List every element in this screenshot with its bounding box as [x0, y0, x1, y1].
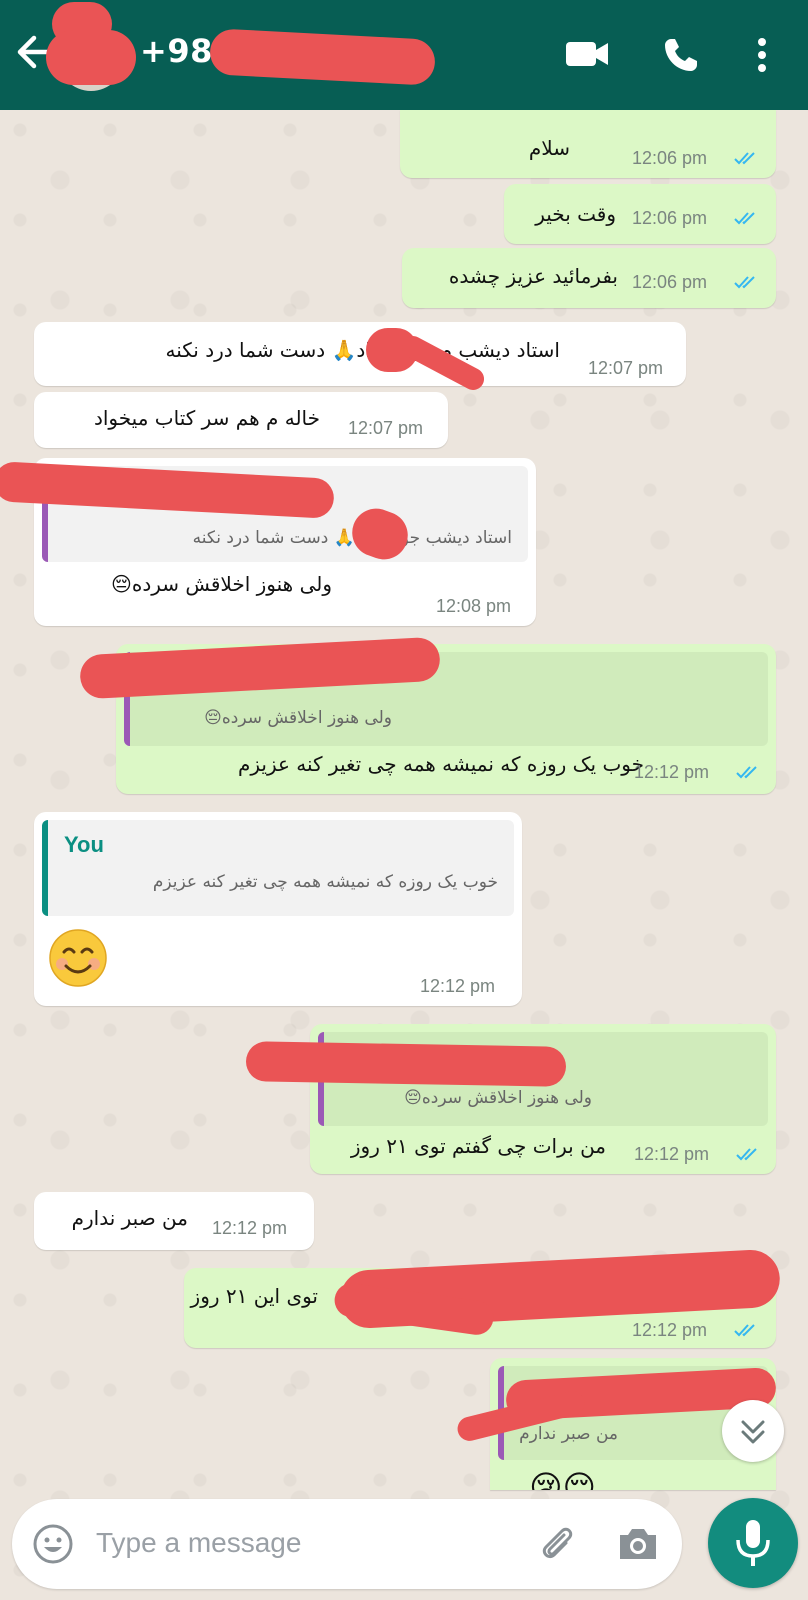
message-text: من صبر ندارم [71, 1206, 188, 1230]
quoted-message[interactable]: You خوب یک روزه که نمیشه همه چی تغیر کنه… [42, 820, 514, 916]
quoted-text: خوب یک روزه که نمیشه همه چی تغیر کنه عزی… [152, 872, 498, 892]
message-time: 12:12 pm [420, 976, 496, 996]
message-text: خاله م هم سر کتاب میخواد [93, 406, 320, 430]
quoted-author: You [64, 832, 104, 857]
message-time: 12:08 pm [436, 596, 512, 616]
message-text: توی این ۲۱ روز [190, 1284, 318, 1308]
quoted-text: ولی هنوز اخلاقش سرده😔 [204, 708, 392, 728]
message-bubble-outgoing[interactable]: بفرمائید عزیز چشده 12:06 pm [402, 248, 776, 308]
message-input[interactable]: Type a message [96, 1527, 301, 1559]
message-emoji [48, 928, 108, 992]
mic-icon [736, 1520, 770, 1566]
message-text: خوب یک روزه که نمیشه همه چی تغیر کنه عزی… [237, 752, 644, 776]
message-bubble-incoming[interactable]: استاد دیشب م جوابم داد🙏 دست شما درد نکنه… [34, 322, 686, 394]
read-ticks-icon [734, 276, 755, 289]
quote-bar [42, 820, 48, 916]
message-time: 12:07 pm [348, 418, 424, 438]
message-bubble-outgoing[interactable]: وقت بخیر 12:06 pm [504, 184, 776, 244]
message-text: 😔😢 [529, 1468, 596, 1490]
message-time: 12:06 pm [632, 148, 708, 168]
double-chevron-down-icon [741, 1420, 765, 1444]
chat-header: +98 [0, 0, 808, 110]
video-call-icon[interactable] [566, 38, 610, 74]
message-bubble-outgoing[interactable]: ولی هنوز اخلاقش سرده😔 من برات چی گفتم تو… [245, 1024, 776, 1174]
more-vert-icon[interactable] [756, 38, 768, 76]
message-time: 12:06 pm [632, 208, 708, 228]
message-time: 12:06 pm [632, 272, 708, 292]
message-text: بفرمائید عزیز چشده [448, 264, 618, 288]
phone-icon[interactable] [662, 36, 700, 78]
message-time: 12:12 pm [632, 1320, 708, 1340]
redaction-mark [208, 28, 437, 86]
scroll-to-bottom-button[interactable] [722, 1400, 784, 1462]
emoji-icon[interactable] [32, 1523, 74, 1569]
message-bubble-incoming[interactable]: خاله م هم سر کتاب میخواد 12:07 pm [34, 392, 448, 448]
read-ticks-icon [734, 1324, 755, 1337]
quoted-text: من صبر ندارم [519, 1424, 618, 1444]
message-time: 12:07 pm [588, 358, 664, 378]
voice-record-button[interactable] [708, 1498, 798, 1588]
attach-icon[interactable] [536, 1523, 578, 1569]
smiling-face-icon [49, 929, 107, 987]
message-bubble-incoming[interactable]: You خوب یک روزه که نمیشه همه چی تغیر کنه… [34, 812, 522, 1006]
contact-name[interactable]: +98 [140, 32, 213, 70]
message-text: سلام [528, 136, 570, 160]
redaction-mark [46, 30, 136, 85]
message-input-bar[interactable]: Type a message [12, 1499, 682, 1589]
message-text: وقت بخیر [535, 202, 616, 226]
read-ticks-icon [734, 152, 755, 165]
message-time: 12:12 pm [212, 1218, 288, 1238]
message-bubble-outgoing[interactable]: ولی هنوز اخلاقش سرده😔 خوب یک روزه که نمی… [79, 636, 776, 794]
message-bubble-incoming[interactable]: استاد دیشب جوابم داد🙏 دست شما درد نکنه و… [0, 458, 536, 626]
quoted-text: ولی هنوز اخلاقش سرده😔 [404, 1088, 592, 1108]
read-ticks-icon [736, 766, 757, 779]
message-bubble-outgoing[interactable]: سلام 12:06 pm [400, 110, 776, 178]
message-text: من برات چی گفتم توی ۲۱ روز [350, 1134, 606, 1158]
message-text: ولی هنوز اخلاقش سرده😔 [110, 572, 332, 596]
read-ticks-icon [734, 212, 755, 225]
message-time: 12:12 pm [634, 1144, 710, 1164]
message-bubble-incoming[interactable]: من صبر ندارم 12:12 pm [34, 1192, 314, 1250]
redaction-mark [245, 1041, 567, 1087]
camera-icon[interactable] [616, 1525, 660, 1567]
message-bubble-outgoing[interactable]: توی این ۲۱ روز 12:12 pm [184, 1248, 782, 1348]
contact-phone-prefix: +98 [140, 32, 213, 70]
read-ticks-icon [736, 1148, 757, 1161]
message-time: 12:12 pm [634, 762, 710, 782]
message-text: استاد دیشب م جوابم داد🙏 دست شما درد نکنه [165, 338, 560, 362]
